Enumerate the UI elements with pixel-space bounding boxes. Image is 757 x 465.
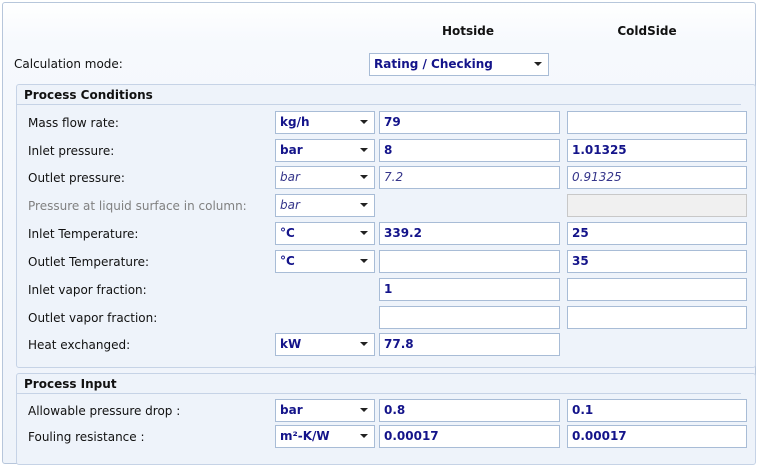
heat-exchanged-unit: kW xyxy=(280,337,302,351)
hotside-header: Hotside xyxy=(441,24,494,38)
liquid-surface-pressure-cold-input xyxy=(567,194,747,217)
outlet-vapor-fraction-hot-input[interactable] xyxy=(379,306,560,329)
chevron-down-icon xyxy=(360,259,368,263)
outlet-vapor-fraction-label: Outlet vapor fraction: xyxy=(28,311,158,325)
chevron-down-icon xyxy=(360,434,368,438)
liquid-surface-pressure-label: Pressure at liquid surface in column: xyxy=(28,199,247,213)
fouling-resistance-hot-input[interactable]: 0.00017 xyxy=(379,425,560,448)
inlet-temperature-hot-input[interactable]: 339.2 xyxy=(379,222,560,245)
chevron-down-icon xyxy=(360,120,368,124)
outlet-pressure-label: Outlet pressure: xyxy=(28,171,125,185)
fouling-resistance-cold-input[interactable]: 0.00017 xyxy=(567,425,747,448)
outlet-pressure-unit-dropdown[interactable]: bar xyxy=(275,166,375,189)
outlet-vapor-fraction-cold-input[interactable] xyxy=(567,306,747,329)
outlet-pressure-cold-input[interactable]: 0.91325 xyxy=(567,166,747,189)
chevron-down-icon xyxy=(360,231,368,235)
outlet-temperature-cold-input[interactable]: 35 xyxy=(567,250,747,273)
inlet-vapor-fraction-hot-input[interactable]: 1 xyxy=(379,278,560,301)
inlet-pressure-unit: bar xyxy=(280,143,303,157)
inlet-vapor-fraction-label: Inlet vapor fraction: xyxy=(28,283,147,297)
allowable-pressure-drop-label: Allowable pressure drop : xyxy=(28,404,181,418)
fouling-resistance-unit-dropdown[interactable]: m²-K/W xyxy=(275,425,375,448)
inlet-temperature-cold-input[interactable]: 25 xyxy=(567,222,747,245)
process-conditions-title: Process Conditions xyxy=(24,88,153,102)
mass-flow-rate-cold-input[interactable] xyxy=(567,111,747,134)
chevron-down-icon xyxy=(360,408,368,412)
process-input-divider xyxy=(16,393,741,394)
inlet-pressure-cold-input[interactable]: 1.01325 xyxy=(567,139,747,162)
inlet-pressure-unit-dropdown[interactable]: bar xyxy=(275,139,375,162)
coldside-header: ColdSide xyxy=(617,24,677,38)
inlet-temperature-unit: °C xyxy=(280,226,295,240)
heat-exchanged-hot-input[interactable]: 77.8 xyxy=(379,333,560,356)
mass-flow-rate-hot-input[interactable]: 79 xyxy=(379,111,560,134)
heat-exchanged-label: Heat exchanged: xyxy=(28,338,131,352)
liquid-surface-pressure-unit: bar xyxy=(280,198,300,212)
calculation-mode-dropdown[interactable]: Rating / Checking xyxy=(369,53,549,76)
inlet-temperature-label: Inlet Temperature: xyxy=(28,227,139,241)
outlet-temperature-unit: °C xyxy=(280,254,295,268)
calculation-mode-label: Calculation mode: xyxy=(14,57,123,71)
fouling-resistance-unit: m²-K/W xyxy=(280,429,330,443)
mass-flow-rate-unit: kg/h xyxy=(280,115,310,129)
process-conditions-divider xyxy=(16,104,741,105)
chevron-down-icon xyxy=(360,175,368,179)
mass-flow-rate-label: Mass flow rate: xyxy=(28,116,119,130)
chevron-down-icon xyxy=(360,203,368,207)
chevron-down-icon xyxy=(534,62,542,66)
inlet-pressure-label: Inlet pressure: xyxy=(28,144,115,158)
outlet-pressure-hot-input[interactable]: 7.2 xyxy=(379,166,560,189)
outlet-temperature-label: Outlet Temperature: xyxy=(28,255,150,269)
mass-flow-rate-unit-dropdown[interactable]: kg/h xyxy=(275,111,375,134)
outlet-pressure-unit: bar xyxy=(280,170,300,184)
chevron-down-icon xyxy=(360,148,368,152)
heat-exchanged-unit-dropdown[interactable]: kW xyxy=(275,333,375,356)
inlet-pressure-hot-input[interactable]: 8 xyxy=(379,139,560,162)
chevron-down-icon xyxy=(360,342,368,346)
outlet-temperature-hot-input[interactable] xyxy=(379,250,560,273)
inlet-temperature-unit-dropdown[interactable]: °C xyxy=(275,222,375,245)
allowable-pressure-drop-unit-dropdown[interactable]: bar xyxy=(275,399,375,422)
inlet-vapor-fraction-cold-input[interactable] xyxy=(567,278,747,301)
allowable-pressure-drop-cold-input[interactable]: 0.1 xyxy=(567,399,747,422)
calculation-mode-value: Rating / Checking xyxy=(374,57,493,71)
allowable-pressure-drop-unit: bar xyxy=(280,403,303,417)
allowable-pressure-drop-hot-input[interactable]: 0.8 xyxy=(379,399,560,422)
outlet-temperature-unit-dropdown[interactable]: °C xyxy=(275,250,375,273)
process-input-title: Process Input xyxy=(24,377,117,391)
fouling-resistance-label: Fouling resistance : xyxy=(28,430,145,444)
liquid-surface-pressure-unit-dropdown[interactable]: bar xyxy=(275,194,375,217)
